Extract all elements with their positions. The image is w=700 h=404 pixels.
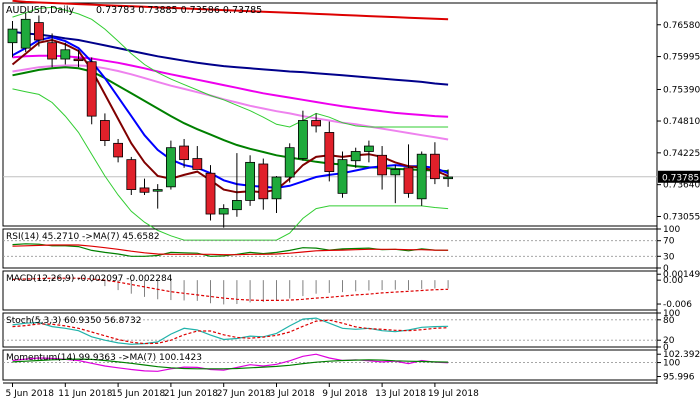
candle-body [113, 142, 123, 158]
candle-body [47, 42, 57, 60]
candle-body [245, 161, 256, 201]
price-tick-label: 0.74225 [663, 149, 700, 159]
candle [271, 175, 282, 213]
candle [337, 151, 348, 198]
trading-chart: RSI(14) 45.2710 ->MA(7) 45.6582 100 70 30 0 M… [0, 0, 700, 400]
candle-body [429, 153, 440, 180]
indicator-panel-macd: MACD(12,26,9) -0.002097 -0.002284 0.00149… [2, 270, 700, 311]
candle-body [258, 163, 269, 200]
candle [258, 158, 269, 210]
momentum-tick-label: 95.996 [663, 373, 695, 383]
main-price-frame [2, 2, 658, 227]
candle-body [152, 189, 163, 192]
candle [311, 113, 322, 133]
candle [218, 204, 229, 228]
candle-body [324, 132, 335, 173]
price-tick-label: 0.75390 [663, 85, 700, 95]
candle-body [416, 153, 427, 200]
date-label: 15 Jun 2018 [111, 389, 165, 399]
candle-body [297, 120, 308, 159]
candle-body [192, 158, 203, 170]
symbol-timeframe: AUDUSD,Daily [6, 5, 75, 16]
candle-body [231, 200, 242, 211]
candle [192, 146, 203, 170]
date-label: 27 Jun 2018 [217, 389, 271, 399]
candle-body [86, 61, 97, 117]
date-label: 9 Jul 2018 [322, 389, 367, 399]
candle [86, 57, 97, 125]
candle-body [311, 120, 322, 127]
date-label: 5 Jun 2018 [6, 389, 55, 399]
stoch-tick-label: 80 [663, 316, 675, 326]
candle [100, 113, 110, 147]
candle [20, 12, 31, 52]
price-tick-label: 0.73055 [663, 212, 700, 222]
candle [416, 151, 427, 206]
candle [350, 147, 361, 168]
ohlc-readout: 0.73783 0.73885 0.73586 0.73785 [96, 5, 262, 16]
candle [377, 146, 388, 190]
indicator-panel-momentum: Momentum(14) 99.9363 ->MA(7) 100.1423 102… [2, 349, 700, 383]
price-tick-label: 0.75995 [663, 53, 700, 63]
candle-body [363, 145, 374, 152]
candle [139, 178, 150, 195]
date-label: 11 Jun 2018 [58, 389, 112, 399]
candle [113, 138, 123, 163]
stoch-label: Stoch(5,3,3) 60.9350 56.8732 [6, 316, 141, 326]
indicator-panel-stoch: Stoch(5,3,3) 60.9350 56.873210080200 [2, 309, 680, 353]
candle [165, 140, 176, 190]
macd-tick-label: 0.00 [663, 276, 683, 286]
candle-body [205, 172, 216, 215]
candle [363, 140, 374, 163]
date-label: 13 Jul 2018 [375, 389, 426, 399]
candle-body [165, 147, 176, 188]
momentum-label: Momentum(14) 99.9363 ->MA(7) 100.1423 [6, 353, 202, 363]
date-label: 3 Jul 2018 [270, 389, 315, 399]
candle-body [73, 58, 84, 62]
candle [297, 110, 308, 161]
candle-body [60, 49, 71, 60]
candle [429, 142, 440, 185]
candle [284, 143, 295, 183]
rsi-tick-label: 30 [663, 252, 675, 262]
candle-body [139, 187, 150, 193]
candle [390, 165, 401, 204]
macd-label: MACD(12,26,9) -0.002097 -0.002284 [6, 274, 173, 284]
candle-body [403, 167, 414, 194]
date-label: 19 Jul 2018 [428, 389, 479, 399]
candle-body [350, 151, 361, 162]
candle-body [377, 154, 388, 176]
candle [152, 184, 163, 209]
momentum-tick-label: 100 [663, 359, 680, 369]
rsi-label: RSI(14) 45.2710 ->MA(7) 45.6582 [6, 232, 160, 242]
candle [205, 165, 216, 221]
price-tick-label: 0.74810 [663, 117, 700, 127]
candle [403, 144, 414, 198]
candle [7, 20, 18, 58]
candle-body [337, 159, 348, 194]
candle-body [20, 18, 31, 49]
candle-body [271, 176, 282, 200]
candle-body [179, 145, 190, 161]
candle [324, 121, 335, 182]
candle [245, 155, 256, 206]
price-tick-label: 0.76580 [663, 21, 700, 31]
chart-canvas: RSI(14) 45.2710 ->MA(7) 45.658210070300M… [2, 0, 700, 399]
indicator-panel-rsi: RSI(14) 45.2710 ->MA(7) 45.658210070300 [2, 225, 680, 274]
current-price-label: 0.73785 [662, 173, 699, 183]
candle-body [218, 208, 229, 215]
candle-body [390, 169, 401, 176]
rsi-tick-label: 100 [663, 225, 680, 235]
candle-body [126, 159, 137, 190]
candle [126, 156, 137, 195]
date-label: 21 Jun 2018 [164, 389, 218, 399]
candle-body [7, 28, 18, 44]
candle-body [284, 147, 295, 178]
candle-body [443, 176, 454, 180]
rsi-tick-label: 70 [663, 237, 675, 247]
candle-body [100, 120, 110, 142]
candle-body [34, 22, 44, 41]
